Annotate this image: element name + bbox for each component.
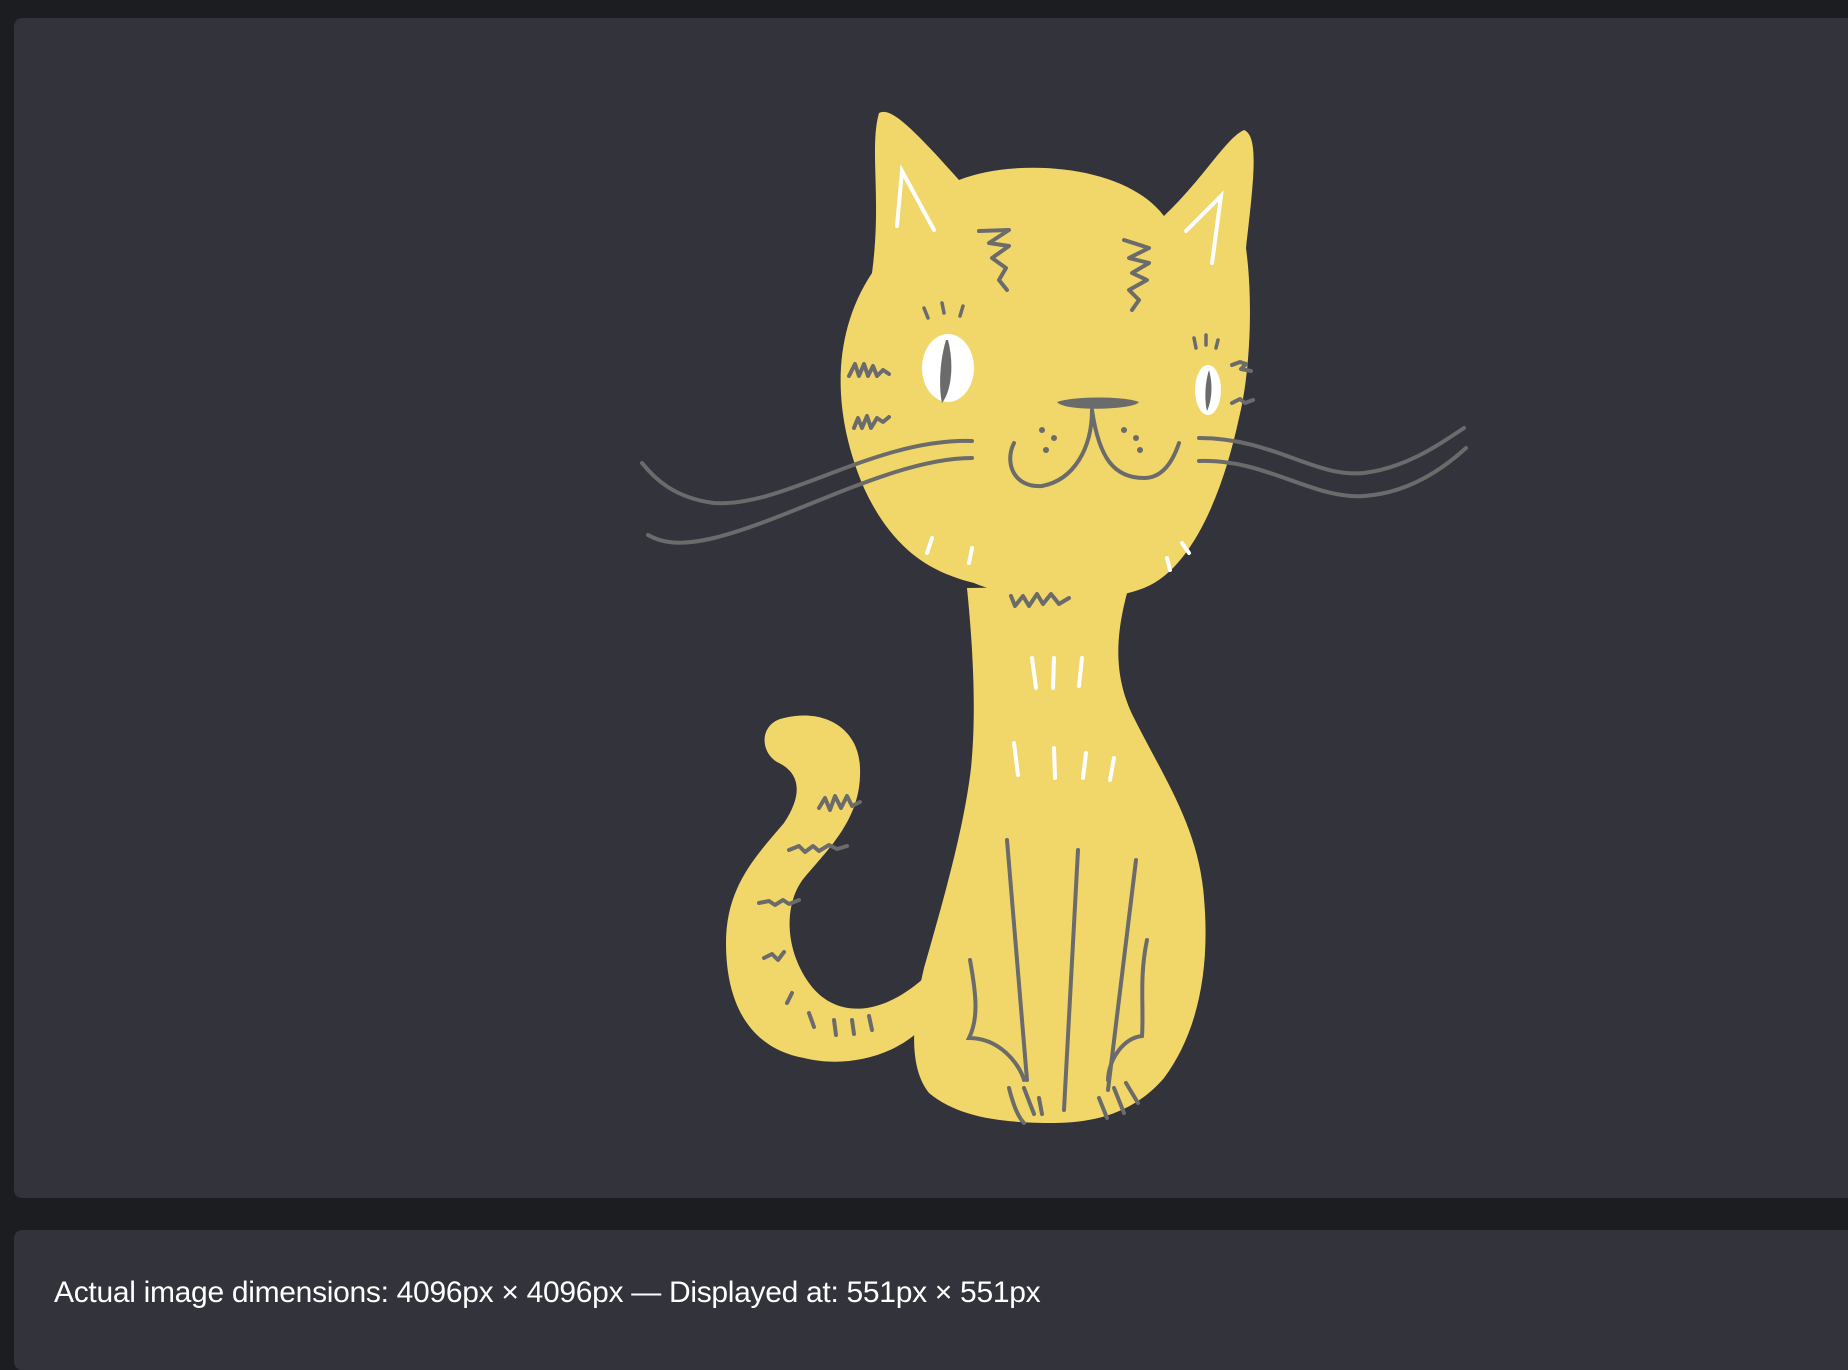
cat-body (914, 586, 1206, 1123)
image-viewer-panel (14, 18, 1848, 1198)
cat-tail (726, 715, 924, 1062)
cat-image (640, 111, 1468, 1125)
image-info-panel: Actual image dimensions: 4096px × 4096px… (14, 1230, 1848, 1370)
image-dimensions-text: Actual image dimensions: 4096px × 4096px… (54, 1276, 1041, 1309)
